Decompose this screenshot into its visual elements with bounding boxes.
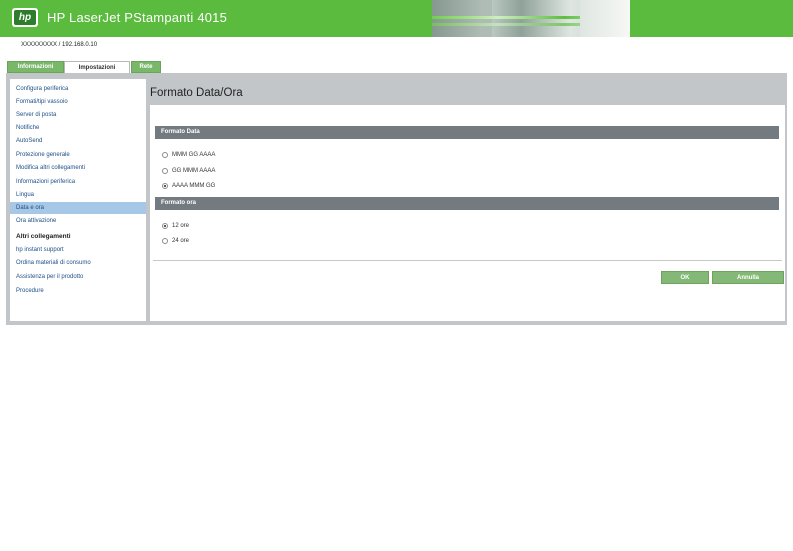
radio-option-mmm-gg-aaaa[interactable]: MMM GG AAAA <box>162 150 215 160</box>
sidebar-heading-altri-collegamenti: Altri collegamenti <box>16 233 71 240</box>
radio-label: 24 ore <box>172 238 190 244</box>
sidebar-item-lingua[interactable]: Lingua <box>10 189 146 201</box>
page-title: Formato Data/Ora <box>150 87 243 99</box>
sidebar-item-configura-periferica[interactable]: Configura periferica <box>10 83 146 95</box>
radio-label: AAAA MMM GG <box>172 183 216 189</box>
header-photo <box>432 0 630 37</box>
sidebar-item-data-e-ora[interactable]: Data e ora <box>10 202 146 214</box>
divider <box>153 260 782 261</box>
header-bar: hp HP LaserJet PStampanti 4015 <box>0 0 793 37</box>
radio-label: 12 ore <box>172 223 190 229</box>
sidebar: Configura periferica Formati/tipi vassoi… <box>10 79 146 321</box>
sidebar-item-formati-tipi-vassoio[interactable]: Formati/tipi vassoio <box>10 96 146 108</box>
hp-logo-text: hp <box>14 10 36 25</box>
sidebar-item-procedure[interactable]: Procedure <box>10 285 146 297</box>
annulla-button[interactable]: Annulla <box>712 271 784 284</box>
sidebar-item-ordina-materiali[interactable]: Ordina materiali di consumo <box>10 257 146 269</box>
photo-highlight <box>580 0 630 37</box>
sidebar-item-modifica-altri-collegamenti[interactable]: Modifica altri collegamenti <box>10 162 146 174</box>
radio-label: MMM GG AAAA <box>172 152 216 158</box>
sidebar-item-ora-attivazione[interactable]: Ora attivazione <box>10 215 146 227</box>
radio-option-24-ore[interactable]: 24 ore <box>162 236 189 246</box>
sidebar-item-informazioni-periferica[interactable]: Informazioni periferica <box>10 176 146 188</box>
radio-option-gg-mmm-aaaa[interactable]: GG MMM AAAA <box>162 166 215 176</box>
sidebar-item-hp-instant-support[interactable]: hp instant support <box>10 244 146 256</box>
radio-label: GG MMM AAAA <box>172 168 216 174</box>
device-address: XXXXXXXXX / 192.168.0.10 <box>21 42 98 48</box>
section-header-formato-data: Formato Data <box>155 126 779 139</box>
sidebar-item-assistenza-prodotto[interactable]: Assistenza per il prodotto <box>10 271 146 283</box>
radio-option-aaaa-mmm-gg[interactable]: AAAA MMM GG <box>162 181 215 191</box>
hp-logo-icon: hp <box>12 8 38 27</box>
radio-button[interactable] <box>162 168 168 174</box>
section-header-formato-ora: Formato ora <box>155 197 779 210</box>
sidebar-item-protezione-generale[interactable]: Protezione generale <box>10 149 146 161</box>
radio-button[interactable] <box>162 238 168 244</box>
radio-button-checked[interactable] <box>162 223 168 229</box>
sidebar-item-notifiche[interactable]: Notifiche <box>10 122 146 134</box>
sidebar-item-server-di-posta[interactable]: Server di posta <box>10 109 146 121</box>
radio-option-12-ore[interactable]: 12 ore <box>162 221 189 231</box>
app-title: HP LaserJet PStampanti 4015 <box>47 10 228 25</box>
ok-button[interactable]: OK <box>661 271 709 284</box>
radio-button-checked[interactable] <box>162 183 168 189</box>
tab-informazioni[interactable]: Informazioni <box>7 61 64 73</box>
sidebar-item-autosend[interactable]: AutoSend <box>10 135 146 147</box>
radio-button[interactable] <box>162 152 168 158</box>
tab-rete[interactable]: Rete <box>131 61 161 73</box>
